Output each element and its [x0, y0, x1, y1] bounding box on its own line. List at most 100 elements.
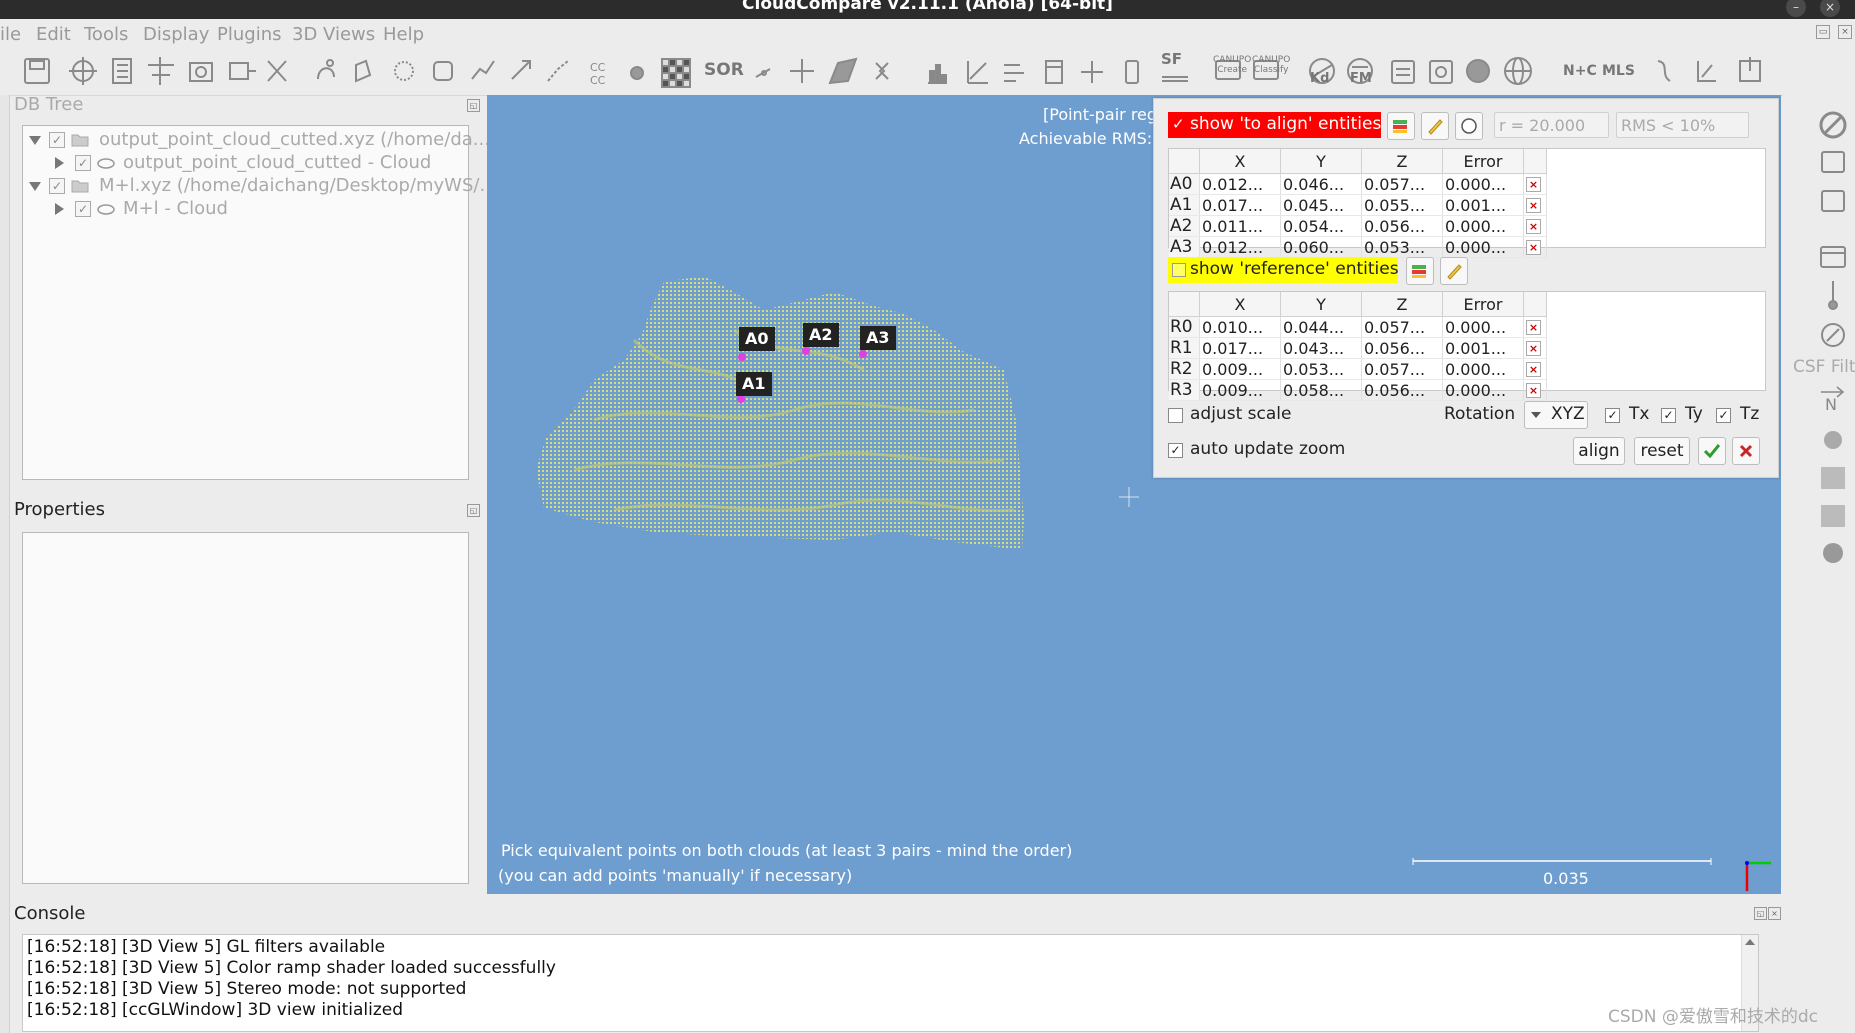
tree-item-label: output_point_cloud_cutted.xyz (/home/da.…	[99, 129, 490, 150]
adjust-scale-checkbox[interactable]	[1168, 408, 1183, 423]
sphere-toggle-button[interactable]	[1455, 112, 1483, 140]
align-button[interactable]: align	[1573, 437, 1625, 465]
cell-error: 0.000...	[1442, 215, 1524, 237]
collapse-arrow-icon[interactable]	[55, 203, 64, 215]
normals-curvature-button[interactable]: N+C	[1563, 63, 1597, 79]
cell-error: 0.001...	[1442, 194, 1524, 216]
table-row[interactable]: R1 0.017... 0.043... 0.056... 0.001... ×	[1169, 337, 1547, 359]
validate-button[interactable]	[1698, 437, 1726, 465]
rotation-dropdown[interactable]: XYZ	[1524, 401, 1588, 429]
point-cloud	[536, 276, 1024, 550]
menu-help[interactable]: Help	[383, 24, 424, 45]
cell-z: 0.055...	[1361, 194, 1443, 216]
collapse-arrow-icon[interactable]	[55, 157, 64, 169]
cell-x: 0.009...	[1199, 358, 1281, 380]
cancel-button[interactable]	[1732, 437, 1760, 465]
db-tree-float-icon[interactable]: ◱	[467, 99, 480, 112]
remove-point-icon[interactable]: ×	[1526, 382, 1541, 398]
visibility-checkbox[interactable]: ✓	[75, 201, 91, 217]
tree-item[interactable]: ✓ output_point_cloud_cutted.xyz (/home/d…	[23, 129, 490, 151]
restore-icon[interactable]: ▭	[1816, 25, 1830, 39]
right-toolbar-icons: N	[1819, 111, 1847, 563]
kd-tree-button[interactable]: Kd	[1310, 71, 1329, 86]
canupo-classify-button[interactable]: CANUPO Classify	[1252, 55, 1290, 75]
sor-filter-button[interactable]: SOR	[704, 60, 744, 80]
db-tree-view[interactable]: ✓ output_point_cloud_cutted.xyz (/home/d…	[22, 125, 497, 480]
menu-edit[interactable]: Edit	[36, 24, 71, 45]
properties-view[interactable]	[22, 532, 469, 884]
visibility-checkbox[interactable]: ✓	[49, 178, 65, 194]
table-row[interactable]: R2 0.009... 0.053... 0.057... 0.000... ×	[1169, 358, 1547, 380]
add-align-point-button[interactable]	[1387, 112, 1415, 140]
properties-float-icon[interactable]: ◱	[467, 504, 480, 517]
remove-point-icon[interactable]: ×	[1526, 340, 1541, 356]
remove-point-icon[interactable]: ×	[1526, 176, 1541, 192]
rms-threshold-field[interactable]: RMS < 10%	[1616, 112, 1749, 138]
radius-field[interactable]: r = 20.000	[1494, 112, 1609, 138]
menu-file[interactable]: ile	[0, 24, 21, 45]
align-points-table[interactable]: X Y Z Error A0 0.012... 0.046... 0.057..…	[1168, 148, 1766, 258]
console-close-icon[interactable]: ×	[1768, 907, 1781, 920]
point-label-a1: A1	[736, 372, 772, 396]
picked-point-a1	[737, 395, 745, 403]
csf-filter-button[interactable]: CSF Filt	[1793, 357, 1855, 377]
show-reference-checkbox[interactable]	[1172, 263, 1186, 277]
menu-tools[interactable]: Tools	[84, 24, 128, 45]
remove-point-icon[interactable]: ×	[1526, 218, 1541, 234]
close-icon[interactable]: ×	[1820, 0, 1840, 17]
expand-arrow-icon[interactable]	[29, 182, 41, 191]
row-header: A1	[1169, 194, 1200, 216]
picked-point-a0	[738, 353, 746, 361]
show-align-entities-toggle[interactable]: ✓ show 'to align' entities	[1168, 112, 1381, 138]
close-mdi-icon[interactable]: ×	[1838, 25, 1852, 39]
tree-item[interactable]: ✓ output_point_cloud_cutted - Cloud	[23, 152, 463, 174]
tree-item[interactable]: ✓ M+l - Cloud	[23, 198, 463, 220]
cell-error: 0.000...	[1442, 236, 1524, 258]
scroll-up-icon[interactable]	[1745, 939, 1755, 945]
tz-checkbox[interactable]: ✓	[1716, 408, 1731, 423]
cell-x: 0.009...	[1199, 379, 1281, 401]
main-toolbar: CC CC SOR SF CANUPO Create CANUPO Classi…	[0, 47, 1855, 96]
canupo-create-button[interactable]: CANUPO Create	[1213, 55, 1251, 75]
table-row[interactable]: A3 0.012... 0.060... 0.053... 0.000... ×	[1169, 236, 1547, 258]
table-row[interactable]: R3 0.009... 0.058... 0.056... 0.000... ×	[1169, 379, 1547, 401]
minimize-icon[interactable]: –	[1786, 0, 1806, 17]
pencil-icon	[1447, 264, 1462, 280]
menu-3d-views[interactable]: 3D Views	[292, 24, 375, 45]
auto-update-zoom-checkbox[interactable]: ✓	[1168, 443, 1183, 458]
tree-item[interactable]: ✓ M+l.xyz (/home/daichang/Desktop/myWS/.…	[23, 175, 497, 197]
show-align-check-icon: ✓	[1172, 115, 1185, 133]
table-row[interactable]: A1 0.017... 0.045... 0.055... 0.001... ×	[1169, 194, 1547, 216]
remove-point-icon[interactable]: ×	[1526, 361, 1541, 377]
menu-bar: ile Edit Tools Display Plugins 3D Views …	[0, 19, 1855, 47]
mls-button[interactable]: MLS	[1602, 63, 1635, 79]
tx-checkbox[interactable]: ✓	[1605, 408, 1620, 423]
table-row[interactable]: R0 0.010... 0.044... 0.057... 0.000... ×	[1169, 316, 1547, 338]
console-output[interactable]: [16:52:18] [3D View 5] GL filters availa…	[22, 934, 1759, 1032]
edit-align-point-button[interactable]	[1421, 112, 1449, 140]
expand-arrow-icon[interactable]	[29, 136, 41, 145]
remove-point-icon[interactable]: ×	[1526, 319, 1541, 335]
edit-reference-point-button[interactable]	[1440, 257, 1468, 285]
table-row[interactable]: A0 0.012... 0.046... 0.057... 0.000... ×	[1169, 173, 1547, 195]
remove-point-icon[interactable]: ×	[1526, 197, 1541, 213]
fast-marching-button[interactable]: FM	[1350, 71, 1372, 86]
cancel-icon	[1739, 444, 1753, 458]
visibility-checkbox[interactable]: ✓	[75, 155, 91, 171]
remove-point-icon[interactable]: ×	[1526, 239, 1541, 255]
menu-display[interactable]: Display	[143, 24, 209, 45]
visibility-checkbox[interactable]: ✓	[49, 132, 65, 148]
axis-trihedron-icon	[1745, 861, 1771, 891]
ty-checkbox[interactable]: ✓	[1661, 408, 1676, 423]
cloud-icon	[97, 158, 115, 169]
reference-points-table[interactable]: X Y Z Error R0 0.010... 0.044... 0.057..…	[1168, 291, 1766, 401]
reset-button[interactable]: reset	[1634, 437, 1690, 465]
menu-plugins[interactable]: Plugins	[217, 24, 281, 45]
show-reference-entities-toggle[interactable]: show 'reference' entities	[1168, 257, 1399, 283]
add-reference-point-button[interactable]	[1406, 257, 1434, 285]
rotation-label: Rotation	[1444, 404, 1516, 424]
table-row[interactable]: A2 0.011... 0.054... 0.056... 0.000... ×	[1169, 215, 1547, 237]
sf-button[interactable]: SF	[1161, 50, 1182, 68]
console-float-icon[interactable]: ◱	[1754, 907, 1767, 920]
cell-x: 0.012...	[1199, 236, 1281, 258]
